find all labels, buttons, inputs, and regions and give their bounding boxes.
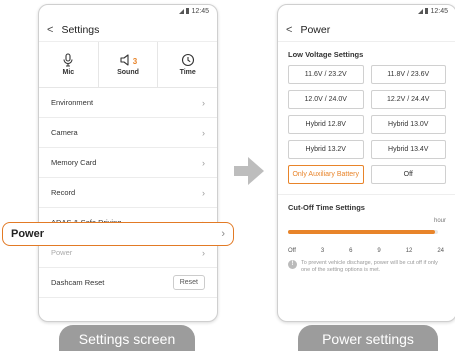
tick-label: 12: [405, 248, 413, 254]
slider-ticks: Off 3 6 9 12 24: [288, 248, 446, 254]
info-note: ! To prevent vehicle discharge, power wi…: [288, 260, 446, 275]
menu-item-record[interactable]: Record ›: [39, 178, 217, 208]
low-voltage-section: Low Voltage Settings 11.6V / 23.2V 11.8V…: [278, 42, 455, 184]
menu-item-label: Dashcam Reset: [51, 278, 105, 287]
caption-settings-screen: Settings screen: [59, 325, 195, 351]
mic-label: Mic: [62, 69, 75, 76]
menu-item-label: Camera: [51, 128, 78, 137]
power-screen: 12:45 < Power Low Voltage Settings 11.6V…: [277, 4, 455, 322]
voltage-option[interactable]: 12.2V / 24.4V: [370, 90, 446, 109]
arrow-right-icon: [234, 157, 264, 185]
back-icon[interactable]: <: [286, 24, 292, 36]
settings-header: < Settings: [39, 18, 217, 42]
page-title: Settings: [61, 23, 100, 36]
signal-icon: [418, 9, 424, 14]
section-title: Cut-Off Time Settings: [288, 203, 365, 212]
power-highlight[interactable]: Power ›: [2, 222, 234, 246]
time-setting[interactable]: Time: [158, 42, 217, 87]
settings-screen: 12:45 < Settings Mic 3 Sound Time Enviro…: [38, 4, 218, 322]
settings-menu: Environment › Camera › Memory Card › Rec…: [39, 88, 217, 298]
voltage-option[interactable]: Hybrid 13.2V: [288, 140, 364, 159]
section-title: Low Voltage Settings: [288, 50, 364, 59]
speaker-icon: [120, 54, 129, 66]
menu-item-environment[interactable]: Environment ›: [39, 88, 217, 118]
tick-label: 3: [320, 248, 325, 254]
status-bar: 12:45: [39, 5, 217, 18]
voltage-option[interactable]: 12.0V / 24.0V: [288, 90, 364, 109]
voltage-option[interactable]: 11.8V / 23.6V: [370, 65, 446, 84]
sound-toggle[interactable]: 3 Sound: [99, 42, 159, 87]
menu-item-label: Power: [51, 248, 73, 257]
cutoff-section: Cut-Off Time Settings hour Off 3 6 9 12 …: [278, 195, 455, 275]
voltage-option-selected[interactable]: Only Auxiliary Battery: [288, 165, 364, 184]
chevron-right-icon: ›: [202, 187, 205, 198]
quick-settings-row: Mic 3 Sound Time: [39, 42, 217, 88]
status-bar: 12:45: [278, 5, 455, 18]
status-time: 12:45: [430, 8, 448, 15]
voltage-option[interactable]: Hybrid 12.8V: [288, 115, 364, 134]
menu-item-label: Record: [51, 188, 76, 197]
tick-label: 6: [349, 248, 353, 254]
signal-icon: [179, 9, 185, 14]
voltage-option[interactable]: 11.6V / 23.2V: [288, 65, 364, 84]
clock-icon: [181, 53, 194, 67]
chevron-right-icon: ›: [202, 157, 205, 168]
chevron-right-icon: ›: [221, 228, 225, 240]
tick-label: 24: [437, 248, 444, 254]
voltage-option[interactable]: Hybrid 13.0V: [370, 115, 446, 134]
caption-power-settings: Power settings: [298, 325, 438, 351]
battery-icon: [186, 8, 190, 14]
tick-label: Off: [288, 248, 296, 254]
menu-item-dashcam-reset: Dashcam Reset Reset: [39, 268, 217, 298]
time-label: Time: [179, 69, 196, 76]
chevron-right-icon: ›: [202, 97, 205, 108]
voltage-options: 11.6V / 23.2V 11.8V / 23.6V 12.0V / 24.0…: [288, 65, 446, 184]
reset-button[interactable]: Reset: [172, 275, 205, 290]
sound-level: 3: [132, 56, 138, 66]
sound-label: Sound: [117, 69, 139, 76]
voltage-option[interactable]: Hybrid 13.4V: [370, 140, 446, 159]
chevron-right-icon: ›: [202, 247, 205, 258]
menu-item-label: Environment: [51, 98, 94, 107]
tick-label: 9: [377, 248, 381, 254]
menu-item-label: Memory Card: [51, 158, 97, 167]
cutoff-slider[interactable]: hour: [288, 218, 446, 246]
battery-icon: [425, 8, 429, 14]
note-text: To prevent vehicle discharge, power will…: [301, 260, 438, 274]
slider-unit: hour: [433, 218, 446, 224]
info-icon: !: [288, 260, 297, 269]
chevron-right-icon: ›: [202, 127, 205, 138]
highlight-label: Power: [11, 228, 45, 240]
status-time: 12:45: [191, 8, 209, 15]
page-title: Power: [300, 23, 331, 36]
power-header: < Power: [278, 18, 455, 42]
menu-item-memory-card[interactable]: Memory Card ›: [39, 148, 217, 178]
menu-item-camera[interactable]: Camera ›: [39, 118, 217, 148]
mic-icon: [63, 53, 73, 67]
mic-toggle[interactable]: Mic: [39, 42, 99, 87]
slider-fill: [288, 230, 435, 234]
back-icon[interactable]: <: [47, 24, 53, 36]
voltage-option[interactable]: Off: [370, 165, 446, 184]
